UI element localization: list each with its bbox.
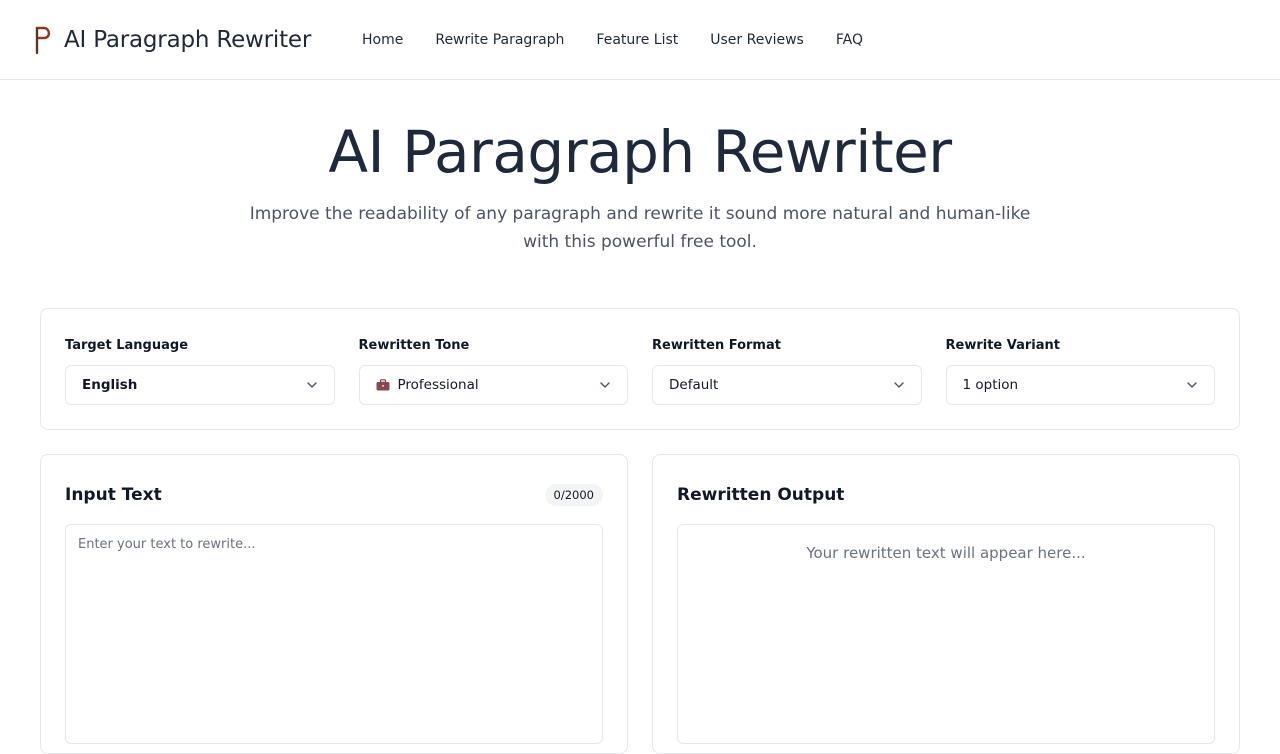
- output-box: Your rewritten text will appear here...: [677, 524, 1215, 744]
- chevron-down-icon: [600, 382, 610, 388]
- output-panel: Rewritten Output Your rewritten text wil…: [652, 454, 1240, 754]
- target-language-select[interactable]: English: [65, 365, 335, 405]
- nav-rewrite-paragraph[interactable]: Rewrite Paragraph: [435, 32, 564, 48]
- rewritten-format-select[interactable]: Default: [652, 365, 922, 405]
- option-label: Rewritten Tone: [358, 338, 470, 353]
- output-placeholder: Your rewritten text will appear here...: [806, 544, 1086, 562]
- nav-faq[interactable]: FAQ: [836, 32, 863, 48]
- option-rewrite-variant: Rewrite Variant 1 option: [945, 337, 1215, 429]
- input-textarea[interactable]: [65, 524, 603, 744]
- chevron-down-icon: [1187, 382, 1197, 388]
- chevron-down-icon: [306, 382, 317, 388]
- option-rewritten-format: Rewritten Format Default: [652, 337, 922, 429]
- briefcase-icon: [376, 379, 389, 391]
- select-value: Professional: [397, 377, 479, 393]
- brand[interactable]: AI Paragraph Rewriter: [33, 25, 362, 55]
- output-panel-title: Rewritten Output: [677, 485, 845, 505]
- page-subtitle: Improve the readability of any paragraph…: [249, 204, 1031, 252]
- select-value: English: [82, 377, 138, 393]
- main-nav: Home Rewrite Paragraph Feature List User…: [362, 32, 895, 48]
- input-panel-header: Input Text 0/2000: [65, 483, 603, 507]
- option-rewritten-tone: Rewritten Tone Professional: [358, 337, 628, 429]
- nav-home[interactable]: Home: [362, 32, 403, 48]
- option-target-language: Target Language English: [65, 337, 335, 429]
- nav-user-reviews[interactable]: User Reviews: [710, 32, 804, 48]
- page-title: AI Paragraph Rewriter: [328, 118, 952, 186]
- option-label: Rewritten Format: [652, 338, 781, 353]
- chevron-down-icon: [893, 382, 904, 388]
- option-label: Target Language: [65, 338, 189, 353]
- output-panel-header: Rewritten Output: [677, 483, 1215, 507]
- option-label: Rewrite Variant: [945, 338, 1061, 353]
- p-logo-icon: [35, 26, 51, 54]
- options-card: Target Language English Rewritten Tone P…: [40, 308, 1240, 430]
- select-value: 1 option: [962, 377, 1019, 393]
- rewritten-tone-select[interactable]: Professional: [358, 365, 628, 405]
- brand-title: AI Paragraph Rewriter: [64, 26, 312, 53]
- character-counter: 0/2000: [544, 484, 603, 506]
- input-panel-title: Input Text: [65, 485, 162, 505]
- site-header: AI Paragraph Rewriter Home Rewrite Parag…: [0, 0, 1280, 80]
- select-value: Default: [669, 377, 719, 393]
- nav-feature-list[interactable]: Feature List: [596, 32, 678, 48]
- rewrite-variant-select[interactable]: 1 option: [945, 365, 1215, 405]
- input-panel: Input Text 0/2000: [40, 454, 628, 754]
- hero: AI Paragraph Rewriter Improve the readab…: [0, 80, 1280, 256]
